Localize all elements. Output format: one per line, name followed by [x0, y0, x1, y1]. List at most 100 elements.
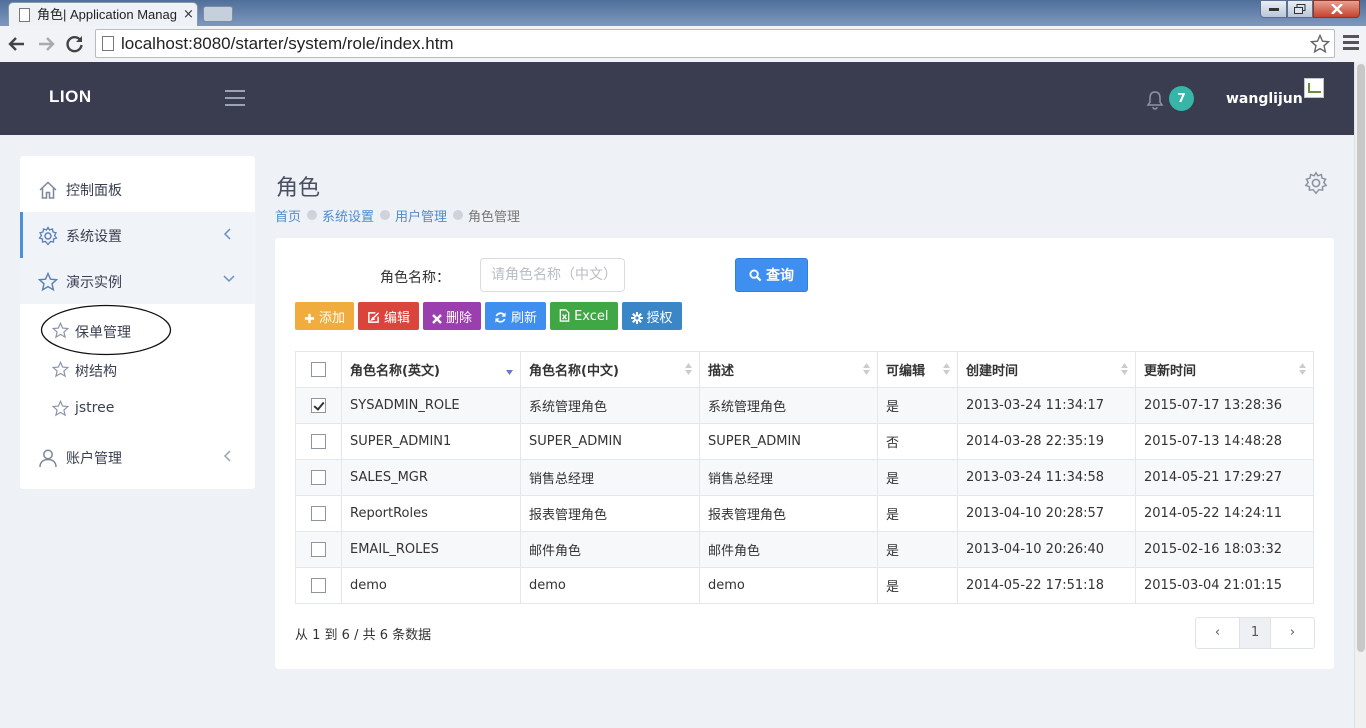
breadcrumb-home[interactable]: 首页	[275, 206, 301, 225]
settings-gear-icon[interactable]	[1304, 171, 1328, 195]
plus-icon	[304, 313, 315, 323]
query-button-label: 查询	[766, 267, 794, 283]
row-select-cell	[295, 387, 342, 424]
cell-created-time: 2013-04-10 20:26:40	[957, 531, 1136, 568]
row-checkbox[interactable]	[311, 434, 326, 449]
pagination-page-button[interactable]: 1	[1239, 618, 1271, 648]
search-icon	[749, 269, 762, 282]
sort-icon	[1299, 363, 1306, 375]
row-checkbox[interactable]	[311, 470, 326, 485]
sidebar-item-system-settings[interactable]: 系统设置	[20, 212, 255, 258]
browser-menu-button[interactable]	[1343, 35, 1359, 53]
authorize-button[interactable]: 授权	[621, 302, 682, 330]
excel-export-button[interactable]: Excel	[550, 302, 618, 330]
column-header-editable[interactable]: 可编辑	[877, 351, 958, 388]
tab-close-button[interactable]: ×	[183, 7, 194, 23]
sidebar-subitem-jstree[interactable]: jstree	[20, 389, 255, 427]
row-select-cell	[295, 459, 342, 496]
back-arrow-icon[interactable]	[7, 34, 27, 54]
address-bar[interactable]: localhost:8080/starter/system/role/index…	[95, 29, 1335, 58]
new-tab-button[interactable]	[203, 6, 233, 22]
sort-icon	[685, 363, 692, 375]
cell-description: 报表管理角色	[699, 495, 878, 532]
sidebar-subitem-label: 树结构	[75, 364, 117, 380]
cell-description: 销售总经理	[699, 459, 878, 496]
cell-created-time: 2013-03-24 11:34:17	[957, 387, 1136, 424]
breadcrumb-separator	[307, 209, 318, 220]
window-close-button[interactable]	[1313, 0, 1360, 18]
table-row[interactable]: SYSADMIN_ROLE 系统管理角色 系统管理角色是 2013-03-24 11:…	[295, 387, 1314, 424]
username[interactable]: wanglijun	[1226, 91, 1303, 107]
forward-arrow-icon[interactable]	[36, 34, 56, 54]
sidebar-item-label: 控制面板	[66, 183, 122, 199]
select-all-checkbox[interactable]	[311, 362, 326, 377]
cell-role-name-en: SUPER_ADMIN1	[341, 423, 521, 460]
column-header-description[interactable]: 描述	[699, 351, 878, 388]
pagination-prev-button[interactable]: ‹	[1196, 618, 1239, 648]
select-all-cell	[295, 351, 342, 388]
notification-badge[interactable]: 7	[1169, 86, 1194, 111]
pagination: ‹ 1 ›	[1195, 617, 1315, 649]
add-button[interactable]: 添加	[295, 302, 355, 330]
browser-tab[interactable]: 角色| Application Manag ×	[8, 2, 198, 26]
avatar[interactable]	[1304, 78, 1324, 98]
table-row[interactable]: ReportRoles 报表管理角色 报表管理角色是 2013-04-10 20:28…	[295, 495, 1314, 532]
cell-created-time: 2013-04-10 20:28:57	[957, 495, 1136, 532]
cell-created-time: 2014-03-28 22:35:19	[957, 423, 1136, 460]
table-row[interactable]: EMAIL_ROLES 邮件角色 邮件角色是 2013-04-10 20:26:40 2…	[295, 531, 1314, 568]
refresh-button-label: 刷新	[511, 310, 538, 326]
star-outline-icon	[52, 400, 69, 417]
breadcrumb-current: 角色管理	[468, 210, 521, 225]
address-url: localhost:8080/starter/system/role/index…	[121, 34, 454, 53]
cell-editable: 是	[877, 387, 958, 424]
column-header-created-time[interactable]: 创建时间	[957, 351, 1136, 388]
sidebar-item-account[interactable]: 账户管理	[20, 434, 255, 480]
refresh-button[interactable]: 刷新	[485, 302, 547, 330]
refresh-icon	[495, 311, 506, 323]
tab-strip: 角色| Application Manag ×	[0, 0, 1366, 26]
cell-created-time: 2014-05-22 17:51:18	[957, 567, 1136, 604]
reload-icon[interactable]	[65, 34, 85, 54]
breadcrumb-system-settings[interactable]: 系统设置	[322, 206, 374, 225]
cell-editable: 是	[877, 459, 958, 496]
table-row[interactable]: SALES_MGR 销售总经理 销售总经理是 2013-03-24 11:34:58 2…	[295, 459, 1314, 496]
pagination-next-button[interactable]: ›	[1271, 618, 1314, 648]
scrollbar-thumb[interactable]	[1357, 64, 1365, 652]
table-row[interactable]: SUPER_ADMIN1 SUPER_ADMIN SUPER_ADMIN 否 2014-…	[295, 423, 1314, 460]
table-info: 从 1 到 6 / 共 6 条数据	[295, 628, 432, 643]
column-header-updated-time[interactable]: 更新时间	[1135, 351, 1314, 388]
star-icon	[38, 272, 58, 292]
column-header-label: 可编辑	[886, 364, 926, 379]
edit-button[interactable]: 编辑	[358, 302, 420, 330]
star-outline-icon	[52, 361, 69, 378]
role-name-search-input[interactable]	[480, 258, 625, 292]
cell-role-name-cn: demo	[520, 567, 700, 604]
search-label: 角色名称：	[380, 270, 450, 286]
bell-icon[interactable]	[1146, 90, 1164, 110]
window-maximize-button[interactable]	[1287, 0, 1313, 18]
column-header-role-name-en[interactable]: 角色名称(英文)	[341, 351, 521, 388]
column-header-role-name-cn[interactable]: 角色名称(中文)	[520, 351, 700, 388]
column-header-label: 描述	[708, 364, 735, 379]
hamburger-menu-icon[interactable]	[225, 90, 245, 106]
bookmark-star-icon[interactable]	[1310, 34, 1330, 54]
chevron-left-icon	[223, 228, 231, 240]
cell-role-name-cn: 报表管理角色	[520, 495, 700, 532]
sidebar-item-demo[interactable]: 演示实例	[20, 258, 255, 304]
delete-button[interactable]: 删除	[423, 302, 482, 330]
breadcrumb: 首页 系统设置 用户管理 角色管理	[275, 206, 520, 225]
table-row[interactable]: demo demo demo 是 2014-05-22 17:51:18 2015-03-…	[295, 567, 1314, 604]
query-button[interactable]: 查询	[735, 258, 808, 292]
row-checkbox[interactable]	[311, 398, 326, 413]
file-excel-icon	[559, 308, 570, 322]
breadcrumb-user-management[interactable]: 用户管理	[395, 206, 447, 225]
page-scrollbar[interactable]	[1354, 62, 1366, 728]
sidebar-item-dashboard[interactable]: 控制面板	[20, 166, 255, 212]
row-checkbox[interactable]	[311, 506, 326, 521]
row-checkbox[interactable]	[311, 578, 326, 593]
cell-updated-time: 2015-07-17 13:28:36	[1135, 387, 1314, 424]
cell-role-name-en: demo	[341, 567, 521, 604]
row-checkbox[interactable]	[311, 542, 326, 557]
window-minimize-button[interactable]	[1260, 0, 1287, 18]
table-header-row: 角色名称(英文) 角色名称(中文) 描述 可编辑 创建时间 更新时间	[295, 351, 1314, 388]
